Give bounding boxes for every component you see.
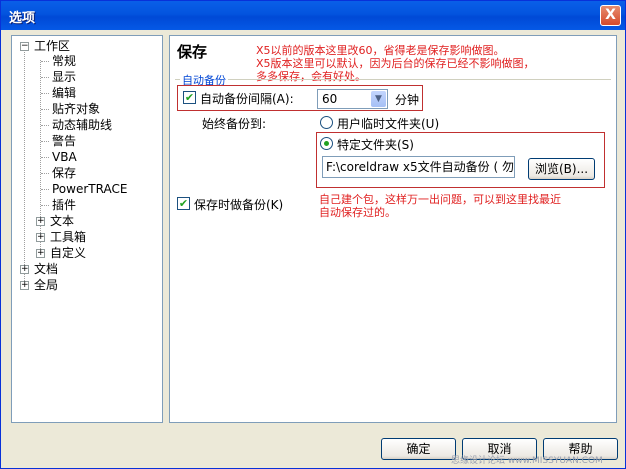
tree-line xyxy=(41,141,49,142)
close-button[interactable]: X xyxy=(600,5,621,26)
auto-backup-label: 自动备份间隔(A): xyxy=(200,92,294,106)
specific-folder-label: 特定文件夹(S) xyxy=(337,138,414,152)
close-icon: X xyxy=(605,7,616,23)
annotation-note: 自己建个包，这样万一出问题，可以到这里找最近 自动保存过的。 xyxy=(319,193,561,219)
tree-label: VBA xyxy=(52,150,77,164)
radio-dot-icon xyxy=(324,141,329,146)
tree-item-general[interactable]: 常规 xyxy=(52,53,76,69)
backup-on-save-label: 保存时做备份(K) xyxy=(194,198,284,212)
tree-line xyxy=(24,47,25,285)
tree-label: 插件 xyxy=(52,198,77,212)
tree-item-dynamic-guides[interactable]: 动态辅助线 xyxy=(52,117,112,133)
chevron-down-icon[interactable]: ▼ xyxy=(371,91,386,107)
tree-line xyxy=(41,173,49,174)
tree-line xyxy=(41,109,49,110)
ok-button[interactable]: 确定 xyxy=(381,438,456,460)
window-title: 选项 xyxy=(9,11,36,26)
tree-line xyxy=(41,61,49,62)
settings-panel: 保存 X5以前的版本这里改60，省得老是保存影响做图。 X5版本这里可以默认，因… xyxy=(169,35,617,423)
annotation-note: X5以前的版本这里改60，省得老是保存影响做图。 X5版本这里可以默认，因为后台… xyxy=(256,44,535,83)
tree-label: 贴齐对象 xyxy=(52,102,101,116)
tree-label: 保存 xyxy=(52,166,77,180)
category-tree[interactable]: − 工作区 常规 显示 编辑 贴齐对象 动态辅助线 警告 VBA 保存 Powe… xyxy=(11,35,163,423)
tree-item-vba[interactable]: VBA xyxy=(52,149,77,165)
specific-folder-radio[interactable] xyxy=(320,137,333,150)
tree-item-warnings[interactable]: 警告 xyxy=(52,133,76,149)
tree-item-save[interactable]: 保存 xyxy=(52,165,76,181)
annotation-line: 多多保存，会有好处。 xyxy=(256,70,366,83)
title-bar[interactable]: 选项 X xyxy=(1,1,625,30)
tree-label: 工具箱 xyxy=(50,230,87,244)
tree-label: 全局 xyxy=(34,278,59,292)
tree-label: 文本 xyxy=(50,214,75,228)
tree-item-display[interactable]: 显示 xyxy=(52,69,76,85)
tree-label: 编辑 xyxy=(52,86,77,100)
tree-label: PowerTRACE xyxy=(52,182,128,196)
annotation-line: 自动保存过的。 xyxy=(319,206,396,219)
interval-select[interactable]: 60 ▼ xyxy=(317,89,388,109)
tree-line xyxy=(41,93,49,94)
expand-icon[interactable]: + xyxy=(20,265,29,274)
tree-label: 自定义 xyxy=(50,246,87,260)
tree-label: 文档 xyxy=(34,262,59,276)
browse-button[interactable]: 浏览(B)... xyxy=(528,158,595,180)
tree-line xyxy=(41,125,49,126)
tree-line xyxy=(41,157,49,158)
folder-path-input[interactable]: F:\coreldraw x5文件自动备份 ( 勿删 xyxy=(322,156,515,178)
annotation-line: X5版本这里可以默认，因为后台的保存已经不影响做图， xyxy=(256,57,535,70)
page-title: 保存 xyxy=(177,43,208,61)
group-divider xyxy=(175,79,611,80)
tree-item-powertrace[interactable]: PowerTRACE xyxy=(52,181,127,197)
collapse-icon[interactable]: − xyxy=(20,42,29,51)
annotation-line: 自己建个包，这样万一出问题，可以到这里找最近 xyxy=(319,193,561,206)
minutes-label: 分钟 xyxy=(395,93,420,107)
tree-label: 警告 xyxy=(52,134,77,148)
watermark: 思缘设计论坛 www.MISSYUAN.COM xyxy=(451,456,603,466)
expand-icon[interactable]: + xyxy=(36,249,45,258)
backup-location-label: 始终备份到: xyxy=(202,117,267,131)
expand-icon[interactable]: + xyxy=(36,233,45,242)
backup-on-save-checkbox[interactable]: ✔ xyxy=(177,197,190,210)
tree-item-edit[interactable]: 编辑 xyxy=(52,85,76,101)
options-dialog: 选项 X − 工作区 常规 显示 编辑 贴齐对象 动态辅助线 警告 VBA 保存… xyxy=(0,0,626,469)
tree-line xyxy=(41,189,49,190)
temp-folder-label: 用户临时文件夹(U) xyxy=(337,117,440,131)
tree-line xyxy=(41,77,49,78)
auto-backup-checkbox[interactable]: ✔ xyxy=(183,91,196,104)
expand-icon[interactable]: + xyxy=(36,217,45,226)
annotation-line: X5以前的版本这里改60，省得老是保存影响做图。 xyxy=(256,44,505,57)
interval-value: 60 xyxy=(322,92,338,106)
tree-label: 工作区 xyxy=(34,39,71,53)
tree-item-plugins[interactable]: 插件 xyxy=(52,197,76,213)
check-icon: ✔ xyxy=(184,91,195,104)
tree-label: 显示 xyxy=(52,70,77,84)
tree-line xyxy=(41,205,49,206)
temp-folder-radio[interactable] xyxy=(320,116,333,129)
tree-label: 动态辅助线 xyxy=(52,118,113,132)
tree-label: 常规 xyxy=(52,54,77,68)
check-icon: ✔ xyxy=(178,197,189,210)
tree-item-snap[interactable]: 贴齐对象 xyxy=(52,101,100,117)
expand-icon[interactable]: + xyxy=(20,281,29,290)
